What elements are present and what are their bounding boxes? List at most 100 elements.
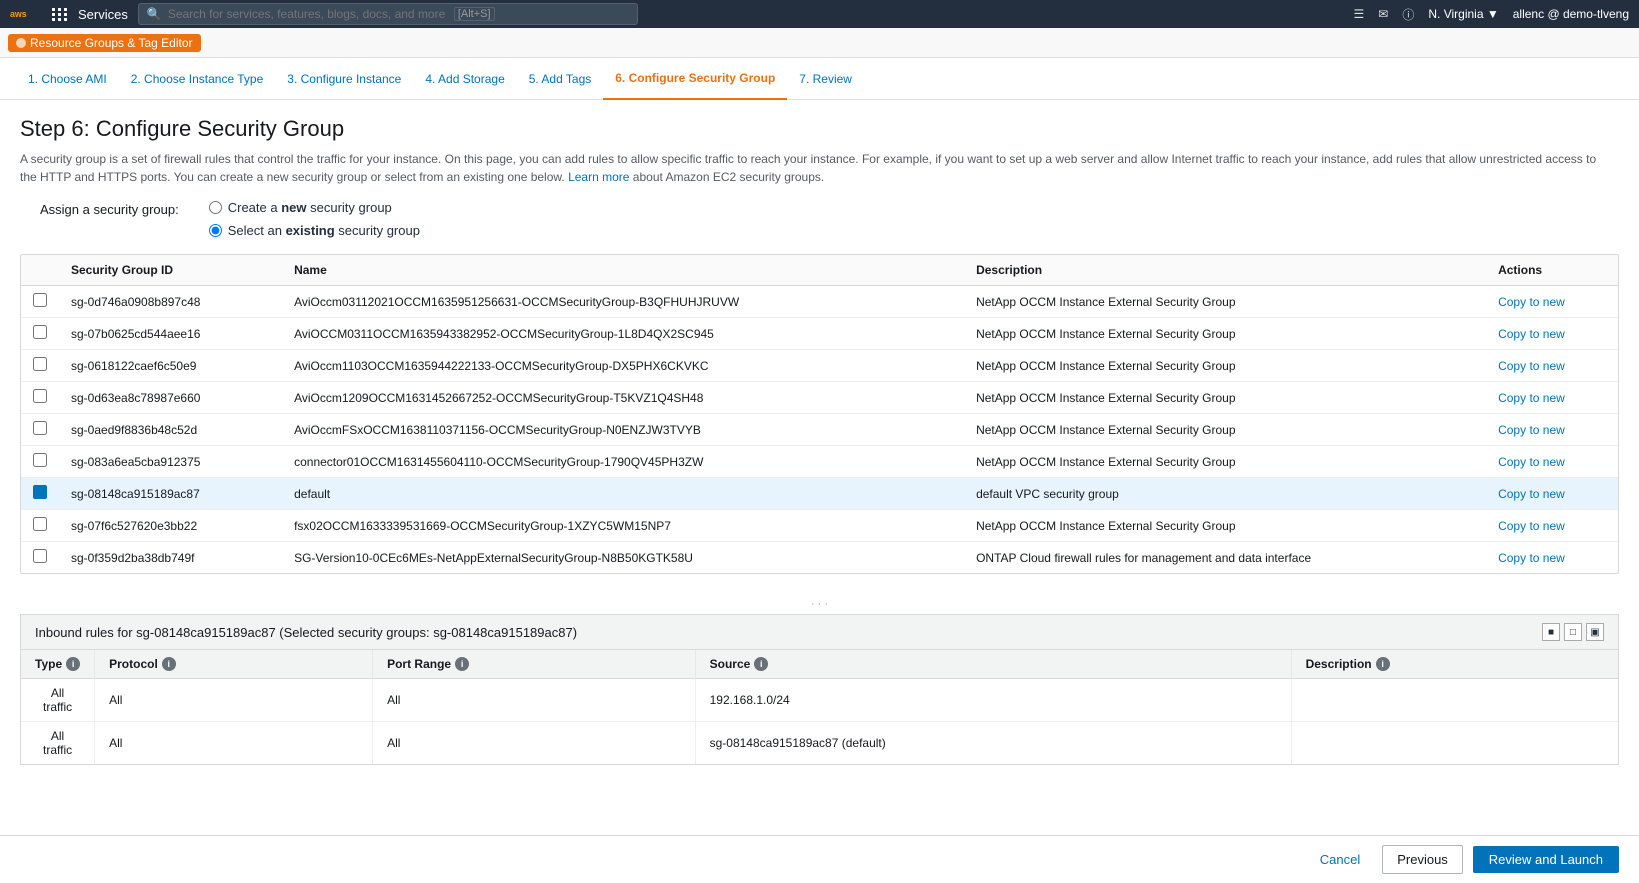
copy-to-new-link[interactable]: Copy to new: [1498, 519, 1565, 533]
bell-icon[interactable]: ✉: [1378, 7, 1388, 21]
description-info-icon[interactable]: i: [1376, 657, 1390, 671]
resource-groups-tag[interactable]: Resource Groups & Tag Editor: [8, 34, 201, 52]
sg-action-cell[interactable]: Copy to new: [1486, 542, 1618, 574]
step-4[interactable]: 4. Add Storage: [413, 58, 516, 100]
row-checkbox[interactable]: [33, 421, 47, 435]
table-row[interactable]: sg-0618122caef6c50e9AviOccm1103OCCM16359…: [21, 350, 1618, 382]
inbound-col-type: Type i: [21, 650, 95, 679]
create-new-radio-label[interactable]: Create a new security group: [209, 200, 420, 215]
review-and-launch-button[interactable]: Review and Launch: [1473, 846, 1619, 873]
sg-col-name: Name: [282, 255, 964, 286]
inbound-protocol-cell: All: [95, 722, 373, 765]
notifications-icon[interactable]: ☰: [1354, 7, 1365, 21]
page-footer: Cancel Previous Review and Launch: [0, 835, 1639, 883]
sg-action-cell[interactable]: Copy to new: [1486, 510, 1618, 542]
table-row[interactable]: sg-08148ca915189ac87defaultdefault VPC s…: [21, 478, 1618, 510]
grid-menu-icon[interactable]: [52, 8, 68, 21]
source-info-icon[interactable]: i: [754, 657, 768, 671]
step-5[interactable]: 5. Add Tags: [517, 58, 604, 100]
step-2[interactable]: 2. Choose Instance Type: [119, 58, 276, 100]
sg-id-cell: sg-0d63ea8c78987e660: [59, 382, 282, 414]
inbound-rules-section: Inbound rules for sg-08148ca915189ac87 (…: [20, 614, 1619, 765]
search-bar[interactable]: 🔍 [Alt+S]: [138, 3, 638, 25]
sg-id-cell: sg-083a6ea5cba912375: [59, 446, 282, 478]
tag-dot: [16, 38, 26, 48]
sg-action-cell[interactable]: Copy to new: [1486, 414, 1618, 446]
inbound-col-port: Port Range i: [373, 650, 696, 679]
step-3[interactable]: 3. Configure Instance: [275, 58, 413, 100]
copy-to-new-link[interactable]: Copy to new: [1498, 551, 1565, 565]
services-menu[interactable]: Services: [78, 7, 128, 22]
sg-id-cell: sg-0d746a0908b897c48: [59, 286, 282, 318]
step-6[interactable]: 6. Configure Security Group: [603, 58, 787, 100]
row-checkbox[interactable]: [33, 453, 47, 467]
row-checkbox[interactable]: [33, 517, 47, 531]
protocol-info-icon[interactable]: i: [162, 657, 176, 671]
sg-action-cell[interactable]: Copy to new: [1486, 350, 1618, 382]
step-1[interactable]: 1. Choose AMI: [16, 58, 119, 100]
sg-action-cell[interactable]: Copy to new: [1486, 318, 1618, 350]
sg-table: Security Group ID Name Description Actio…: [21, 255, 1618, 573]
copy-to-new-link[interactable]: Copy to new: [1498, 391, 1565, 405]
aws-logo[interactable]: aws: [10, 4, 42, 24]
user-menu[interactable]: allenc @ demo-tlveng: [1513, 7, 1629, 21]
copy-to-new-link[interactable]: Copy to new: [1498, 295, 1565, 309]
inbound-rules-body: All trafficAllAll192.168.1.0/24All traff…: [21, 679, 1618, 765]
previous-button[interactable]: Previous: [1382, 845, 1463, 874]
sg-description-cell: NetApp OCCM Instance External Security G…: [964, 286, 1486, 318]
step-7[interactable]: 7. Review: [787, 58, 864, 100]
type-info-icon[interactable]: i: [66, 657, 80, 671]
table-row[interactable]: sg-0aed9f8836b48c52dAviOccmFSxOCCM163811…: [21, 414, 1618, 446]
table-row[interactable]: sg-083a6ea5cba912375connector01OCCM16314…: [21, 446, 1618, 478]
table-row[interactable]: sg-0d63ea8c78987e660AviOccm1209OCCM16314…: [21, 382, 1618, 414]
sg-action-cell[interactable]: Copy to new: [1486, 478, 1618, 510]
assign-security-group: Assign a security group: Create a new se…: [20, 200, 1619, 238]
row-checkbox[interactable]: [33, 549, 47, 563]
search-shortcut: [Alt+S]: [454, 7, 495, 21]
copy-to-new-link[interactable]: Copy to new: [1498, 359, 1565, 373]
learn-more-link[interactable]: Learn more: [568, 170, 629, 184]
table-row[interactable]: sg-07f6c527620e3bb22fsx02OCCM16333395316…: [21, 510, 1618, 542]
help-icon[interactable]: ⓘ: [1402, 6, 1414, 23]
copy-to-new-link[interactable]: Copy to new: [1498, 455, 1565, 469]
inbound-protocol-cell: All: [95, 679, 373, 722]
row-checkbox-checked[interactable]: [33, 485, 47, 499]
inbound-type-cell: All traffic: [21, 722, 95, 765]
table-row[interactable]: sg-07b0625cd544aee16AviOCCM0311OCCM16359…: [21, 318, 1618, 350]
sg-action-cell[interactable]: Copy to new: [1486, 382, 1618, 414]
inbound-rule-row: All trafficAllAllsg-08148ca915189ac87 (d…: [21, 722, 1618, 765]
inbound-port_range-cell: All: [373, 679, 696, 722]
copy-to-new-link[interactable]: Copy to new: [1498, 487, 1565, 501]
table-row[interactable]: sg-0d746a0908b897c48AviOccm03112021OCCM1…: [21, 286, 1618, 318]
resize-divider[interactable]: · · ·: [20, 594, 1619, 614]
row-checkbox[interactable]: [33, 357, 47, 371]
inbound-rules-header: Inbound rules for sg-08148ca915189ac87 (…: [20, 614, 1619, 649]
row-checkbox[interactable]: [33, 325, 47, 339]
view-icon-1[interactable]: ■: [1542, 623, 1560, 641]
copy-to-new-link[interactable]: Copy to new: [1498, 327, 1565, 341]
row-checkbox[interactable]: [33, 293, 47, 307]
row-checkbox[interactable]: [33, 389, 47, 403]
region-selector[interactable]: N. Virginia ▼: [1428, 7, 1498, 21]
copy-to-new-link[interactable]: Copy to new: [1498, 423, 1565, 437]
sg-description-cell: NetApp OCCM Instance External Security G…: [964, 350, 1486, 382]
sg-description-cell: default VPC security group: [964, 478, 1486, 510]
create-new-radio[interactable]: [209, 201, 222, 214]
sg-col-id: Security Group ID: [59, 255, 282, 286]
view-icon-3[interactable]: ▣: [1586, 623, 1604, 641]
assign-label: Assign a security group:: [40, 200, 179, 217]
sg-name-cell: AviOccm1209OCCM1631452667252-OCCMSecurit…: [282, 382, 964, 414]
sg-id-cell: sg-07f6c527620e3bb22: [59, 510, 282, 542]
select-existing-radio-label[interactable]: Select an existing security group: [209, 223, 420, 238]
cancel-button[interactable]: Cancel: [1308, 846, 1372, 873]
inbound-col-source: Source i: [695, 650, 1291, 679]
table-row[interactable]: sg-0f359d2ba38db749fSG-Version10-0CEc6ME…: [21, 542, 1618, 574]
port-info-icon[interactable]: i: [455, 657, 469, 671]
sg-action-cell[interactable]: Copy to new: [1486, 286, 1618, 318]
search-input[interactable]: [168, 7, 448, 21]
sg-action-cell[interactable]: Copy to new: [1486, 446, 1618, 478]
view-icon-2[interactable]: □: [1564, 623, 1582, 641]
page-title: Step 6: Configure Security Group: [20, 116, 1619, 142]
security-groups-table: Security Group ID Name Description Actio…: [20, 254, 1619, 574]
select-existing-radio[interactable]: [209, 224, 222, 237]
